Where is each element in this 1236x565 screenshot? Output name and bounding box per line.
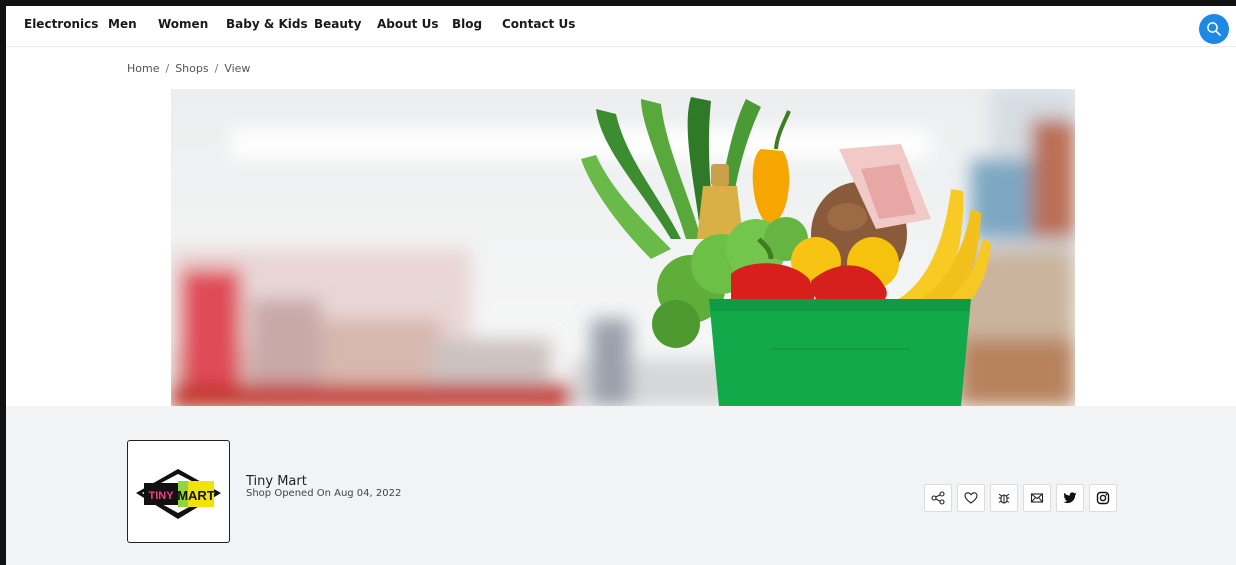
- search-button[interactable]: [1199, 14, 1229, 44]
- email-button[interactable]: [1023, 484, 1051, 512]
- share-icon: [931, 491, 945, 505]
- nav-about-us[interactable]: About Us: [377, 17, 438, 31]
- breadcrumb-home[interactable]: Home: [127, 62, 159, 75]
- shop-opened-date: Shop Opened On Aug 04, 2022: [246, 488, 402, 499]
- nav-men[interactable]: Men: [108, 17, 137, 31]
- nav-blog[interactable]: Blog: [452, 17, 482, 31]
- social-actions: [924, 484, 1117, 512]
- shop-name: Tiny Mart: [246, 474, 307, 489]
- tiny-mart-logo: TINY MART: [136, 469, 221, 519]
- nav-women[interactable]: Women: [158, 17, 208, 31]
- heart-icon: [964, 492, 978, 504]
- breadcrumb-shops[interactable]: Shops: [175, 62, 208, 75]
- instagram-button[interactable]: [1089, 484, 1117, 512]
- shop-logo: TINY MART: [127, 440, 230, 543]
- nav-beauty[interactable]: Beauty: [314, 17, 361, 31]
- shop-banner-image: [171, 89, 1075, 406]
- shop-info-section: TINY MART Tiny Mart Shop Opened On Aug 0…: [6, 406, 1236, 565]
- main-nav: Electronics Men Women Baby & Kids Beauty…: [6, 6, 1236, 47]
- svg-text:MART: MART: [177, 488, 215, 503]
- twitter-button[interactable]: [1056, 484, 1084, 512]
- search-icon: [1207, 22, 1221, 36]
- nav-contact-us[interactable]: Contact Us: [502, 17, 575, 31]
- bug-icon: [998, 493, 1010, 504]
- twitter-icon: [1063, 492, 1077, 504]
- report-button[interactable]: [990, 484, 1018, 512]
- wishlist-button[interactable]: [957, 484, 985, 512]
- instagram-icon: [1096, 491, 1110, 505]
- share-button[interactable]: [924, 484, 952, 512]
- grocery-bag-illustration: [171, 89, 1075, 406]
- nav-baby-kids[interactable]: Baby & Kids: [226, 17, 308, 31]
- svg-text:TINY: TINY: [148, 490, 174, 502]
- breadcrumb-current: View: [224, 62, 251, 75]
- breadcrumb: Home / Shops / View: [127, 62, 251, 75]
- mail-icon: [1030, 493, 1044, 503]
- nav-electronics[interactable]: Electronics: [24, 17, 98, 31]
